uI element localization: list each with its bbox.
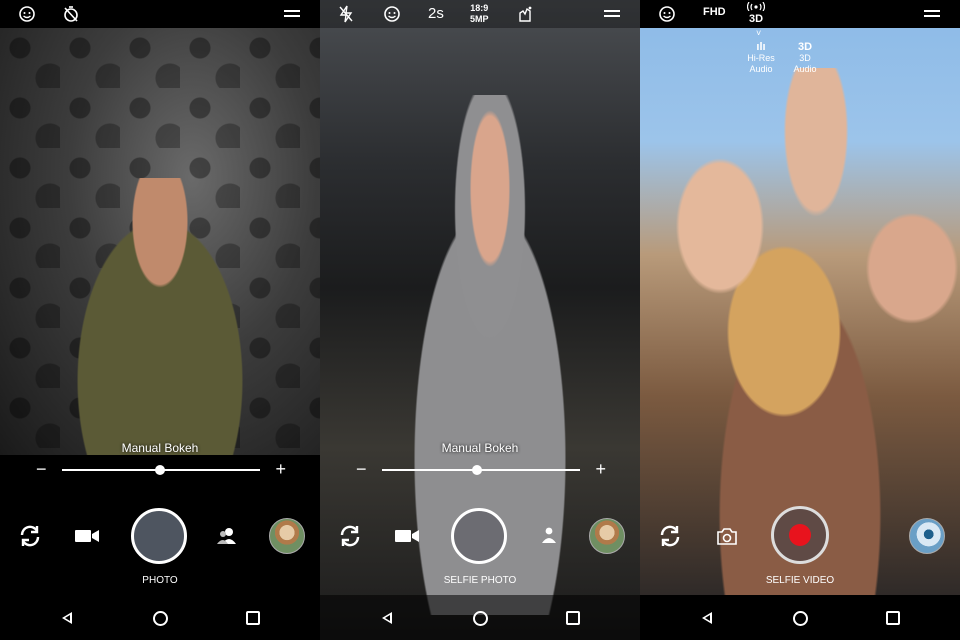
home-icon[interactable] bbox=[153, 611, 168, 626]
switch-camera-icon[interactable] bbox=[336, 522, 364, 550]
bokeh-slider[interactable]: − + bbox=[356, 459, 606, 480]
flash-off-icon[interactable] bbox=[338, 4, 354, 24]
bokeh-decrease-button[interactable]: − bbox=[36, 459, 47, 480]
photo-camera-icon[interactable] bbox=[716, 526, 738, 546]
video-camera-icon[interactable] bbox=[394, 526, 420, 546]
system-navbar bbox=[0, 595, 320, 640]
audio-option-hi-res[interactable]: ılı Hi-Res Audio bbox=[738, 42, 784, 75]
recents-icon[interactable] bbox=[886, 611, 900, 625]
gallery-thumbnail[interactable] bbox=[269, 518, 305, 554]
person-icon[interactable] bbox=[542, 527, 556, 543]
3d-audio-icon: 3D bbox=[797, 41, 813, 53]
slider-thumb[interactable] bbox=[472, 465, 482, 475]
chevron-down-icon[interactable]: ˅ bbox=[756, 28, 761, 38]
top-toolbar bbox=[0, 0, 320, 28]
audio-mode-toggle[interactable]: 3D bbox=[746, 1, 766, 25]
people-icon[interactable] bbox=[216, 527, 238, 545]
audio-option-label: 3D Audio bbox=[793, 53, 817, 74]
gallery-thumbnail[interactable] bbox=[909, 518, 945, 554]
menu-icon[interactable] bbox=[284, 10, 300, 18]
bokeh-increase-button[interactable]: + bbox=[275, 459, 286, 480]
back-icon[interactable] bbox=[62, 612, 74, 624]
timer-value[interactable]: 2s bbox=[428, 5, 444, 22]
video-camera-icon[interactable] bbox=[74, 526, 100, 546]
back-icon[interactable] bbox=[702, 612, 714, 624]
mode-label: SELFIE PHOTO bbox=[443, 575, 517, 586]
switch-camera-icon[interactable] bbox=[656, 522, 684, 550]
audio-mode-menu: ˅ ılı Hi-Res Audio 3D 3D Audio bbox=[744, 28, 836, 94]
recents-icon[interactable] bbox=[246, 611, 260, 625]
camera-screen-selfie-photo: 2s 18:9 5MP Manual Bokeh − + SELFIE PHOT… bbox=[320, 0, 640, 640]
audio-mode-value: 3D bbox=[748, 13, 764, 25]
ratio-resolution[interactable]: 18:9 5MP bbox=[470, 3, 489, 25]
camera-screen-photo: Manual Bokeh − + PHOTO bbox=[0, 0, 320, 640]
face-beauty-icon[interactable] bbox=[658, 4, 676, 24]
home-icon[interactable] bbox=[473, 611, 488, 626]
aspect-ratio: 18:9 bbox=[470, 3, 489, 13]
video-quality[interactable]: FHD bbox=[703, 6, 726, 18]
bokeh-label: Manual Bokeh bbox=[441, 441, 519, 455]
mode-label: PHOTO bbox=[142, 575, 178, 586]
switch-camera-icon[interactable] bbox=[16, 522, 44, 550]
resolution: 5MP bbox=[470, 14, 489, 24]
broadcast-icon bbox=[746, 1, 766, 13]
subject-woman-laughing bbox=[55, 178, 265, 468]
audio-option-label: Hi-Res Audio bbox=[747, 53, 775, 74]
menu-icon[interactable] bbox=[924, 10, 940, 18]
bokeh-label: Manual Bokeh bbox=[121, 441, 199, 455]
screenshots-row: Manual Bokeh − + PHOTO 2s 18:9 5MP Manua… bbox=[0, 0, 960, 640]
gallery-thumbnail[interactable] bbox=[589, 518, 625, 554]
shutter-button[interactable] bbox=[131, 508, 187, 564]
top-toolbar: FHD 3D bbox=[640, 0, 960, 28]
hi-res-audio-icon: ılı bbox=[756, 41, 766, 53]
slider-thumb[interactable] bbox=[155, 465, 165, 475]
bokeh-decrease-button[interactable]: − bbox=[356, 459, 367, 480]
gesture-icon[interactable] bbox=[516, 4, 534, 24]
back-icon[interactable] bbox=[382, 612, 394, 624]
mode-label: SELFIE VIDEO bbox=[765, 575, 835, 586]
bokeh-increase-button[interactable]: + bbox=[595, 459, 606, 480]
system-navbar bbox=[320, 595, 640, 640]
audio-option-3d[interactable]: 3D 3D Audio bbox=[782, 42, 828, 75]
top-toolbar: 2s 18:9 5MP bbox=[320, 0, 640, 28]
system-navbar bbox=[640, 595, 960, 640]
recents-icon[interactable] bbox=[566, 611, 580, 625]
face-beauty-icon[interactable] bbox=[383, 4, 401, 24]
record-dot bbox=[789, 524, 811, 546]
bokeh-slider[interactable]: − + bbox=[36, 459, 286, 480]
home-icon[interactable] bbox=[793, 611, 808, 626]
record-button[interactable] bbox=[771, 506, 829, 564]
shutter-button[interactable] bbox=[451, 508, 507, 564]
face-beauty-icon[interactable] bbox=[18, 4, 36, 24]
menu-icon[interactable] bbox=[604, 10, 620, 18]
camera-screen-selfie-video: FHD 3D ˅ ılı Hi-Res Audio 3D 3D Audio SE… bbox=[640, 0, 960, 640]
viewfinder[interactable] bbox=[0, 28, 320, 468]
timer-off-icon[interactable] bbox=[62, 4, 80, 24]
